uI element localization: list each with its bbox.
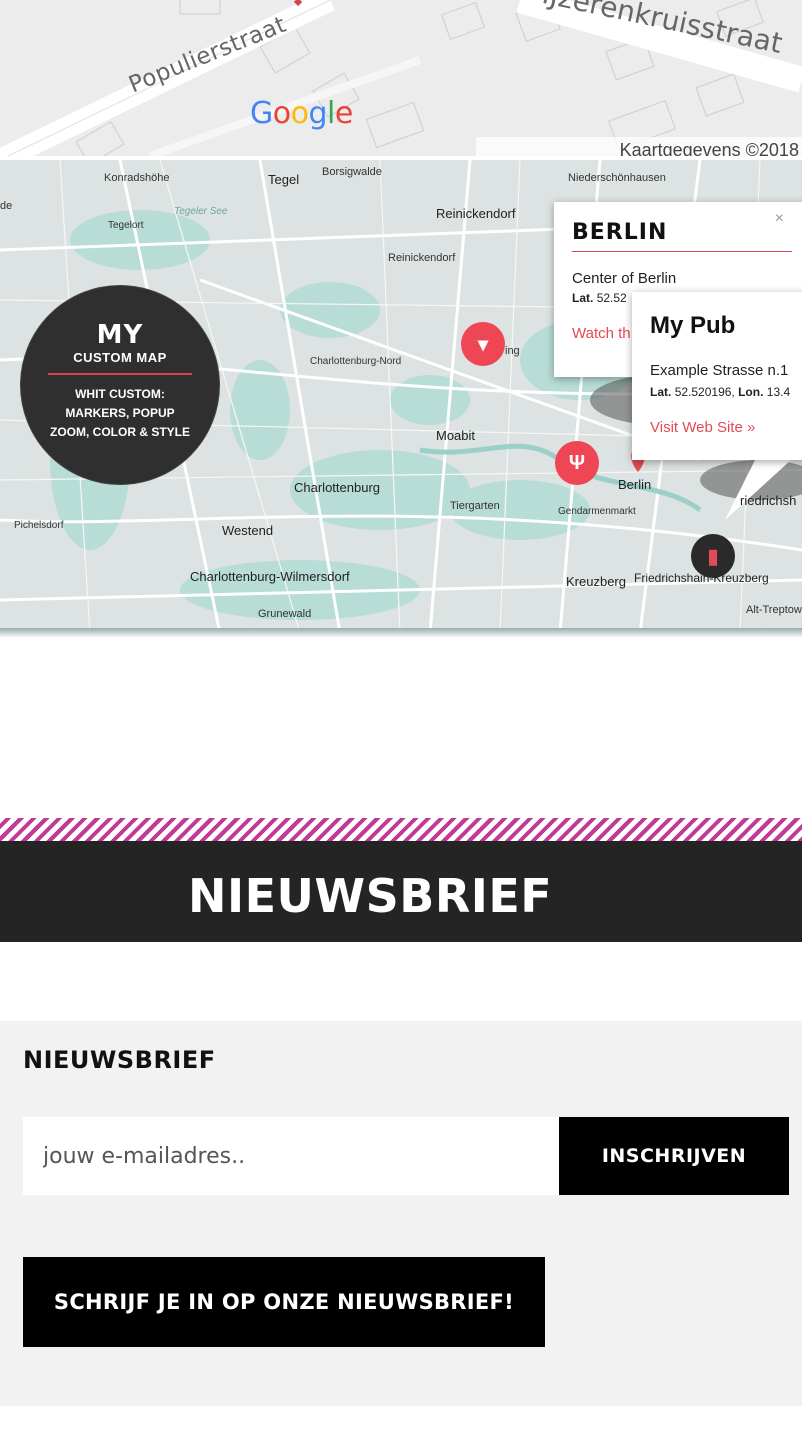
lat-label: Lat. bbox=[572, 291, 594, 305]
banner-title: NIEUWSBRIEF bbox=[188, 869, 553, 923]
custom-map-badge: MY CUSTOM MAP WHIT CUSTOM: MARKERS, POPU… bbox=[20, 285, 220, 485]
ice-cream-marker-icon: ▾ bbox=[461, 322, 505, 366]
popup-subtitle: Center of Berlin bbox=[572, 270, 677, 287]
badge-title: MY bbox=[96, 320, 144, 350]
popup-address: Example Strasse n.1 bbox=[650, 362, 789, 379]
map-place-label: Tegel bbox=[268, 172, 300, 187]
map-place-label: Charlottenburg-Nord bbox=[310, 356, 402, 367]
map-place-label: Tiergarten bbox=[450, 500, 500, 512]
popup-title: BERLIN bbox=[572, 220, 668, 245]
map-place-label: Niederschönhausen bbox=[568, 172, 666, 184]
badge-subtitle: CUSTOM MAP bbox=[73, 350, 167, 365]
map-place-label: ing bbox=[505, 345, 520, 357]
google-logo: Google bbox=[250, 96, 353, 131]
map-place-label: Gendarmenmarkt bbox=[558, 506, 636, 517]
section-banner: NIEUWSBRIEF bbox=[0, 841, 802, 942]
page: Populierstraat IJzerenkruisstraat Google… bbox=[0, 0, 802, 1437]
lat-value: 52.52 bbox=[596, 291, 627, 305]
top-map[interactable]: Populierstraat IJzerenkruisstraat Google… bbox=[0, 0, 802, 156]
subscribe-button[interactable]: INSCHRIJVEN bbox=[559, 1117, 789, 1195]
map-place-label: Tegelort bbox=[108, 220, 144, 231]
lon-label: Lon. bbox=[738, 385, 764, 399]
map-attribution[interactable]: Kaartgegevens ©2018 Google bbox=[620, 140, 802, 156]
popup-coordinates: Lat. 52.520196, Lon. 13.4 bbox=[650, 385, 802, 399]
popup-my-pub: My Pub Example Strasse n.1 Lat. 52.52019… bbox=[632, 292, 802, 460]
map-place-label: Alt-Treptow bbox=[746, 604, 802, 616]
map-place-label: Westend bbox=[222, 523, 274, 538]
popup-title: My Pub bbox=[650, 312, 736, 339]
map-shadow bbox=[0, 628, 802, 638]
custom-map-demo: Konradshöhe Tegel Borsigwalde Niederschö… bbox=[0, 160, 802, 633]
badge-divider bbox=[48, 373, 192, 375]
map-place-label: Konradshöhe bbox=[104, 172, 170, 184]
map-place-label: Tegeler See bbox=[174, 206, 228, 217]
newsletter-section: NIEUWSBRIEF INSCHRIJVEN SCHRIJF JE IN OP… bbox=[0, 1021, 802, 1406]
map-place-label: de bbox=[0, 200, 13, 212]
newsletter-cta-button[interactable]: SCHRIJF JE IN OP ONZE NIEUWSBRIEF! bbox=[23, 1257, 545, 1347]
newsletter-heading: NIEUWSBRIEF bbox=[23, 1046, 216, 1074]
map-place-label: Moabit bbox=[436, 428, 476, 443]
restaurant-marker-icon: Ψ bbox=[555, 441, 599, 485]
popup-link: Visit Web Site » bbox=[650, 419, 756, 436]
map-place-label: Grunewald bbox=[258, 608, 312, 620]
popup-divider bbox=[572, 251, 792, 252]
map-place-label: Borsigwalde bbox=[322, 166, 382, 178]
lon-value: 13.4 bbox=[766, 385, 791, 399]
decorative-stripes bbox=[0, 818, 802, 842]
map-place-label: riedrichsh bbox=[740, 493, 797, 508]
lat-value: 52.520196, bbox=[674, 385, 735, 399]
email-input[interactable] bbox=[23, 1117, 559, 1195]
map-place-label: Charlottenburg bbox=[294, 480, 380, 495]
badge-description: WHIT CUSTOM: MARKERS, POPUP ZOOM, COLOR … bbox=[50, 387, 190, 439]
map-place-label: Reinickendorf bbox=[436, 206, 516, 221]
close-icon: × bbox=[774, 210, 784, 227]
beer-marker-icon: ▮ bbox=[691, 534, 735, 578]
map-place-label: Berlin bbox=[618, 477, 652, 492]
map-place-label: Pichelsdorf bbox=[14, 520, 64, 531]
lat-label: Lat. bbox=[650, 385, 672, 399]
map-place-label: Kreuzberg bbox=[566, 574, 626, 589]
map-place-label: Reinickendorf bbox=[388, 252, 456, 264]
map-place-label: Charlottenburg-Wilmersdorf bbox=[190, 569, 350, 584]
